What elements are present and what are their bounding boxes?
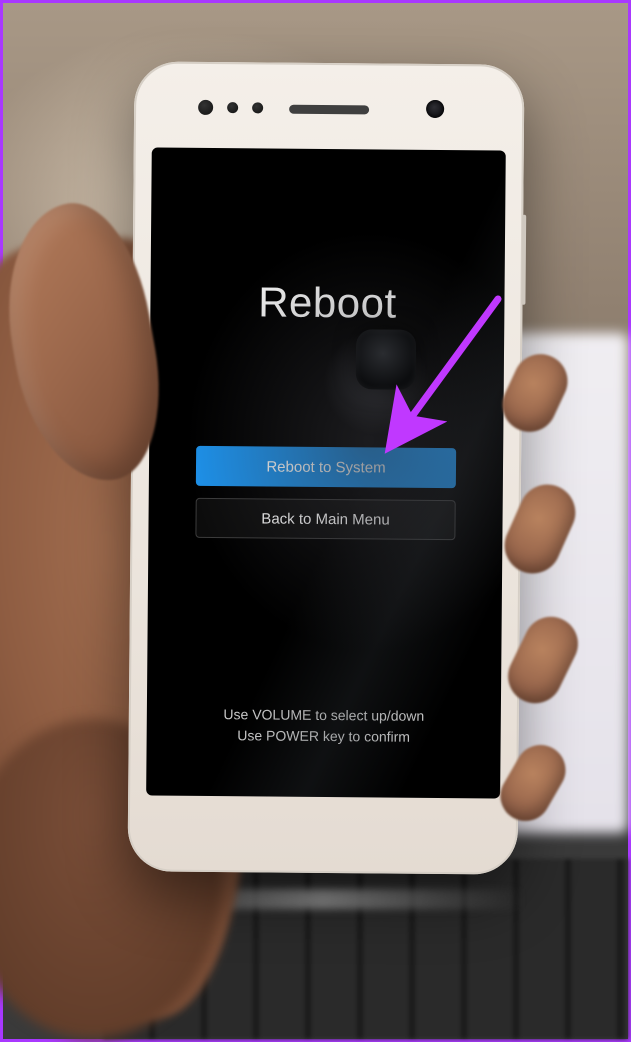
screen-title: Reboot (258, 278, 397, 327)
recovery-menu: Reboot to System Back to Main Menu (195, 446, 456, 540)
phone-screen: Reboot Reboot to System Back to Main Men… (146, 147, 506, 798)
menu-item-label: Reboot to System (266, 458, 385, 476)
menu-item-reboot-to-system[interactable]: Reboot to System (196, 446, 456, 488)
menu-item-back-to-main-menu[interactable]: Back to Main Menu (195, 498, 455, 540)
front-camera (426, 100, 444, 118)
sensor-cluster (198, 100, 263, 116)
photo-frame: Reboot Reboot to System Back to Main Men… (0, 0, 631, 1042)
hint-line-2: Use POWER key to confirm (147, 724, 501, 748)
hint-text: Use VOLUME to select up/down Use POWER k… (147, 703, 501, 748)
volume-rocker (521, 215, 526, 305)
screen-reflection-phone-lens (356, 329, 417, 390)
hint-line-1: Use VOLUME to select up/down (147, 703, 501, 727)
earpiece (289, 105, 369, 115)
menu-item-label: Back to Main Menu (261, 510, 390, 528)
phone-body: Reboot Reboot to System Back to Main Men… (127, 61, 524, 874)
